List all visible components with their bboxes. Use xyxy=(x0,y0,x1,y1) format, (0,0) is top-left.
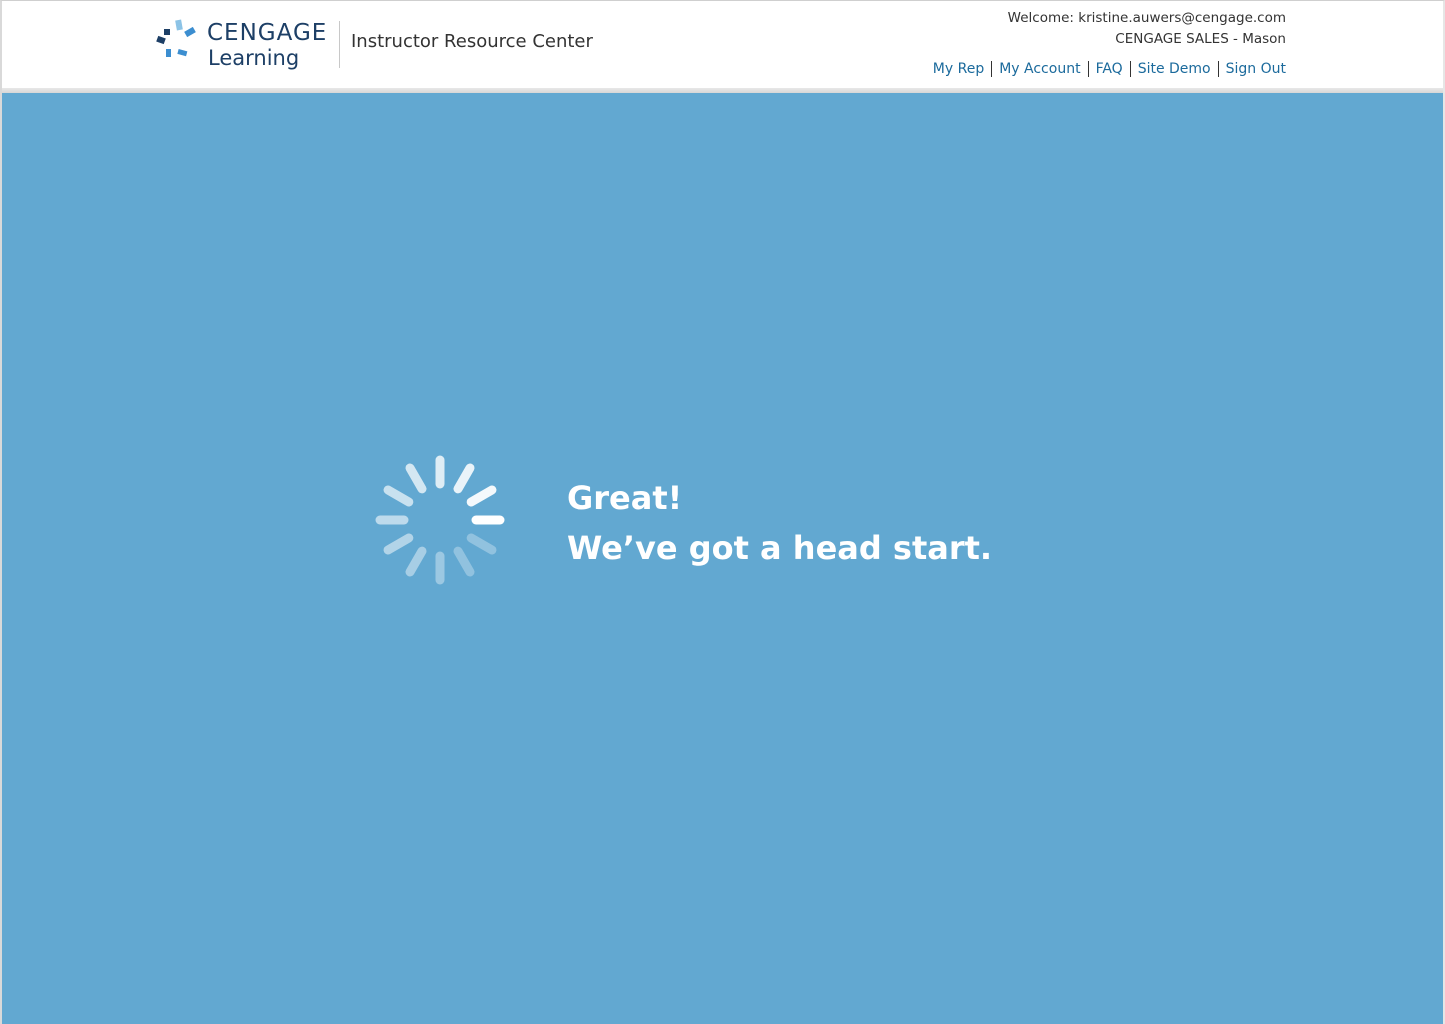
loading-message: Great! We’ve got a head start. xyxy=(567,473,992,573)
site-header: CENGAGE Learning Instructor Resource Cen… xyxy=(2,1,1443,90)
faq-link[interactable]: FAQ xyxy=(1096,61,1123,77)
spinner-spoke xyxy=(466,485,497,507)
cengage-logo-icon xyxy=(156,19,196,57)
nav-separator xyxy=(1217,61,1219,77)
spinner-spoke xyxy=(453,546,475,577)
my-account-link[interactable]: My Account xyxy=(999,61,1080,77)
loading-message-line2: We’ve got a head start. xyxy=(567,529,993,567)
spinner-spoke xyxy=(405,546,427,577)
nav-separator xyxy=(991,61,993,77)
site-demo-link[interactable]: Site Demo xyxy=(1138,61,1211,77)
spinner-spoke xyxy=(383,485,414,507)
nav-separator xyxy=(1087,61,1089,77)
header-divider xyxy=(339,21,340,68)
site-title: Instructor Resource Center xyxy=(351,31,593,52)
spinner-spoke xyxy=(453,463,475,494)
header-nav: My Rep My Account FAQ Site Demo Sign Out xyxy=(933,61,1286,77)
logo-wordmark-cengage: CENGAGE xyxy=(207,20,328,46)
sign-out-link[interactable]: Sign Out xyxy=(1226,61,1286,77)
cengage-logo[interactable]: CENGAGE Learning xyxy=(156,19,336,75)
user-info: Welcome: kristine.auwers@cengage.com CEN… xyxy=(1008,8,1286,50)
loading-message-line1: Great! xyxy=(567,479,683,517)
spinner-spoke xyxy=(405,463,427,494)
nav-separator xyxy=(1129,61,1131,77)
my-rep-link[interactable]: My Rep xyxy=(933,61,984,77)
loading-spinner-icon xyxy=(375,455,505,585)
user-organization: CENGAGE SALES - Mason xyxy=(1115,31,1286,47)
spinner-spoke xyxy=(383,533,414,555)
logo-wordmark-learning: Learning xyxy=(208,46,300,70)
spinner-spoke xyxy=(466,533,497,555)
welcome-text: Welcome: kristine.auwers@cengage.com xyxy=(1007,10,1286,26)
